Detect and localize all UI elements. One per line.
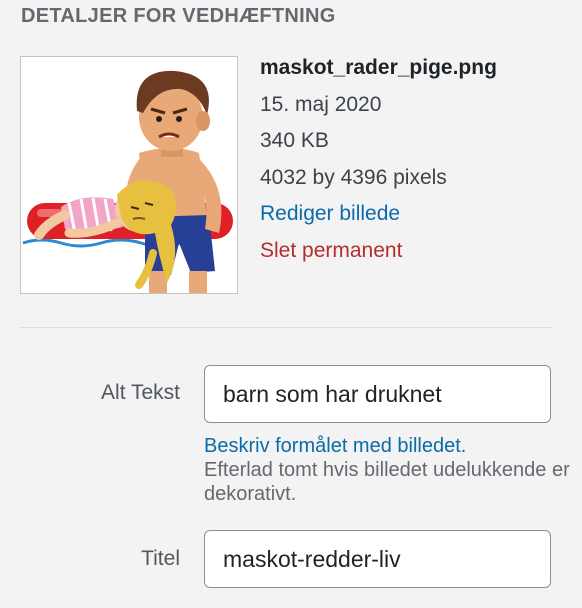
alt-text-label: Alt Tekst [101,381,180,404]
section-title: DETALJER FOR VEDHÆFTNING [21,5,336,27]
title-label: Titel [141,547,180,570]
attachment-thumbnail[interactable] [20,56,238,294]
title-input[interactable] [204,530,551,588]
attachment-date: 15. maj 2020 [260,92,382,116]
describe-purpose-link[interactable]: Beskriv formålet med billedet. [204,434,574,458]
alt-text-help: Beskriv formålet med billedet. Efterlad … [204,434,574,506]
attachment-file-size: 340 KB [260,129,329,152]
attachment-filename: maskot_rader_pige.png [260,56,497,79]
mascot-lifeguard-illustration [22,70,233,293]
attachment-info: maskot_rader_pige.png 15. maj 2020 340 K… [260,50,570,269]
delete-permanently-link[interactable]: Slet permanent [260,233,570,270]
attachment-details-panel: DETALJER FOR VEDHÆFTNING maskot_rader_pi… [0,0,582,608]
attachment-dimensions: 4032 by 4396 pixels [260,165,447,189]
alt-text-input[interactable] [204,365,551,423]
section-divider [20,327,553,328]
edit-image-link[interactable]: Rediger billede [260,196,570,233]
alt-text-help-text: Efterlad tomt hvis billedet udelukkende … [204,459,570,505]
